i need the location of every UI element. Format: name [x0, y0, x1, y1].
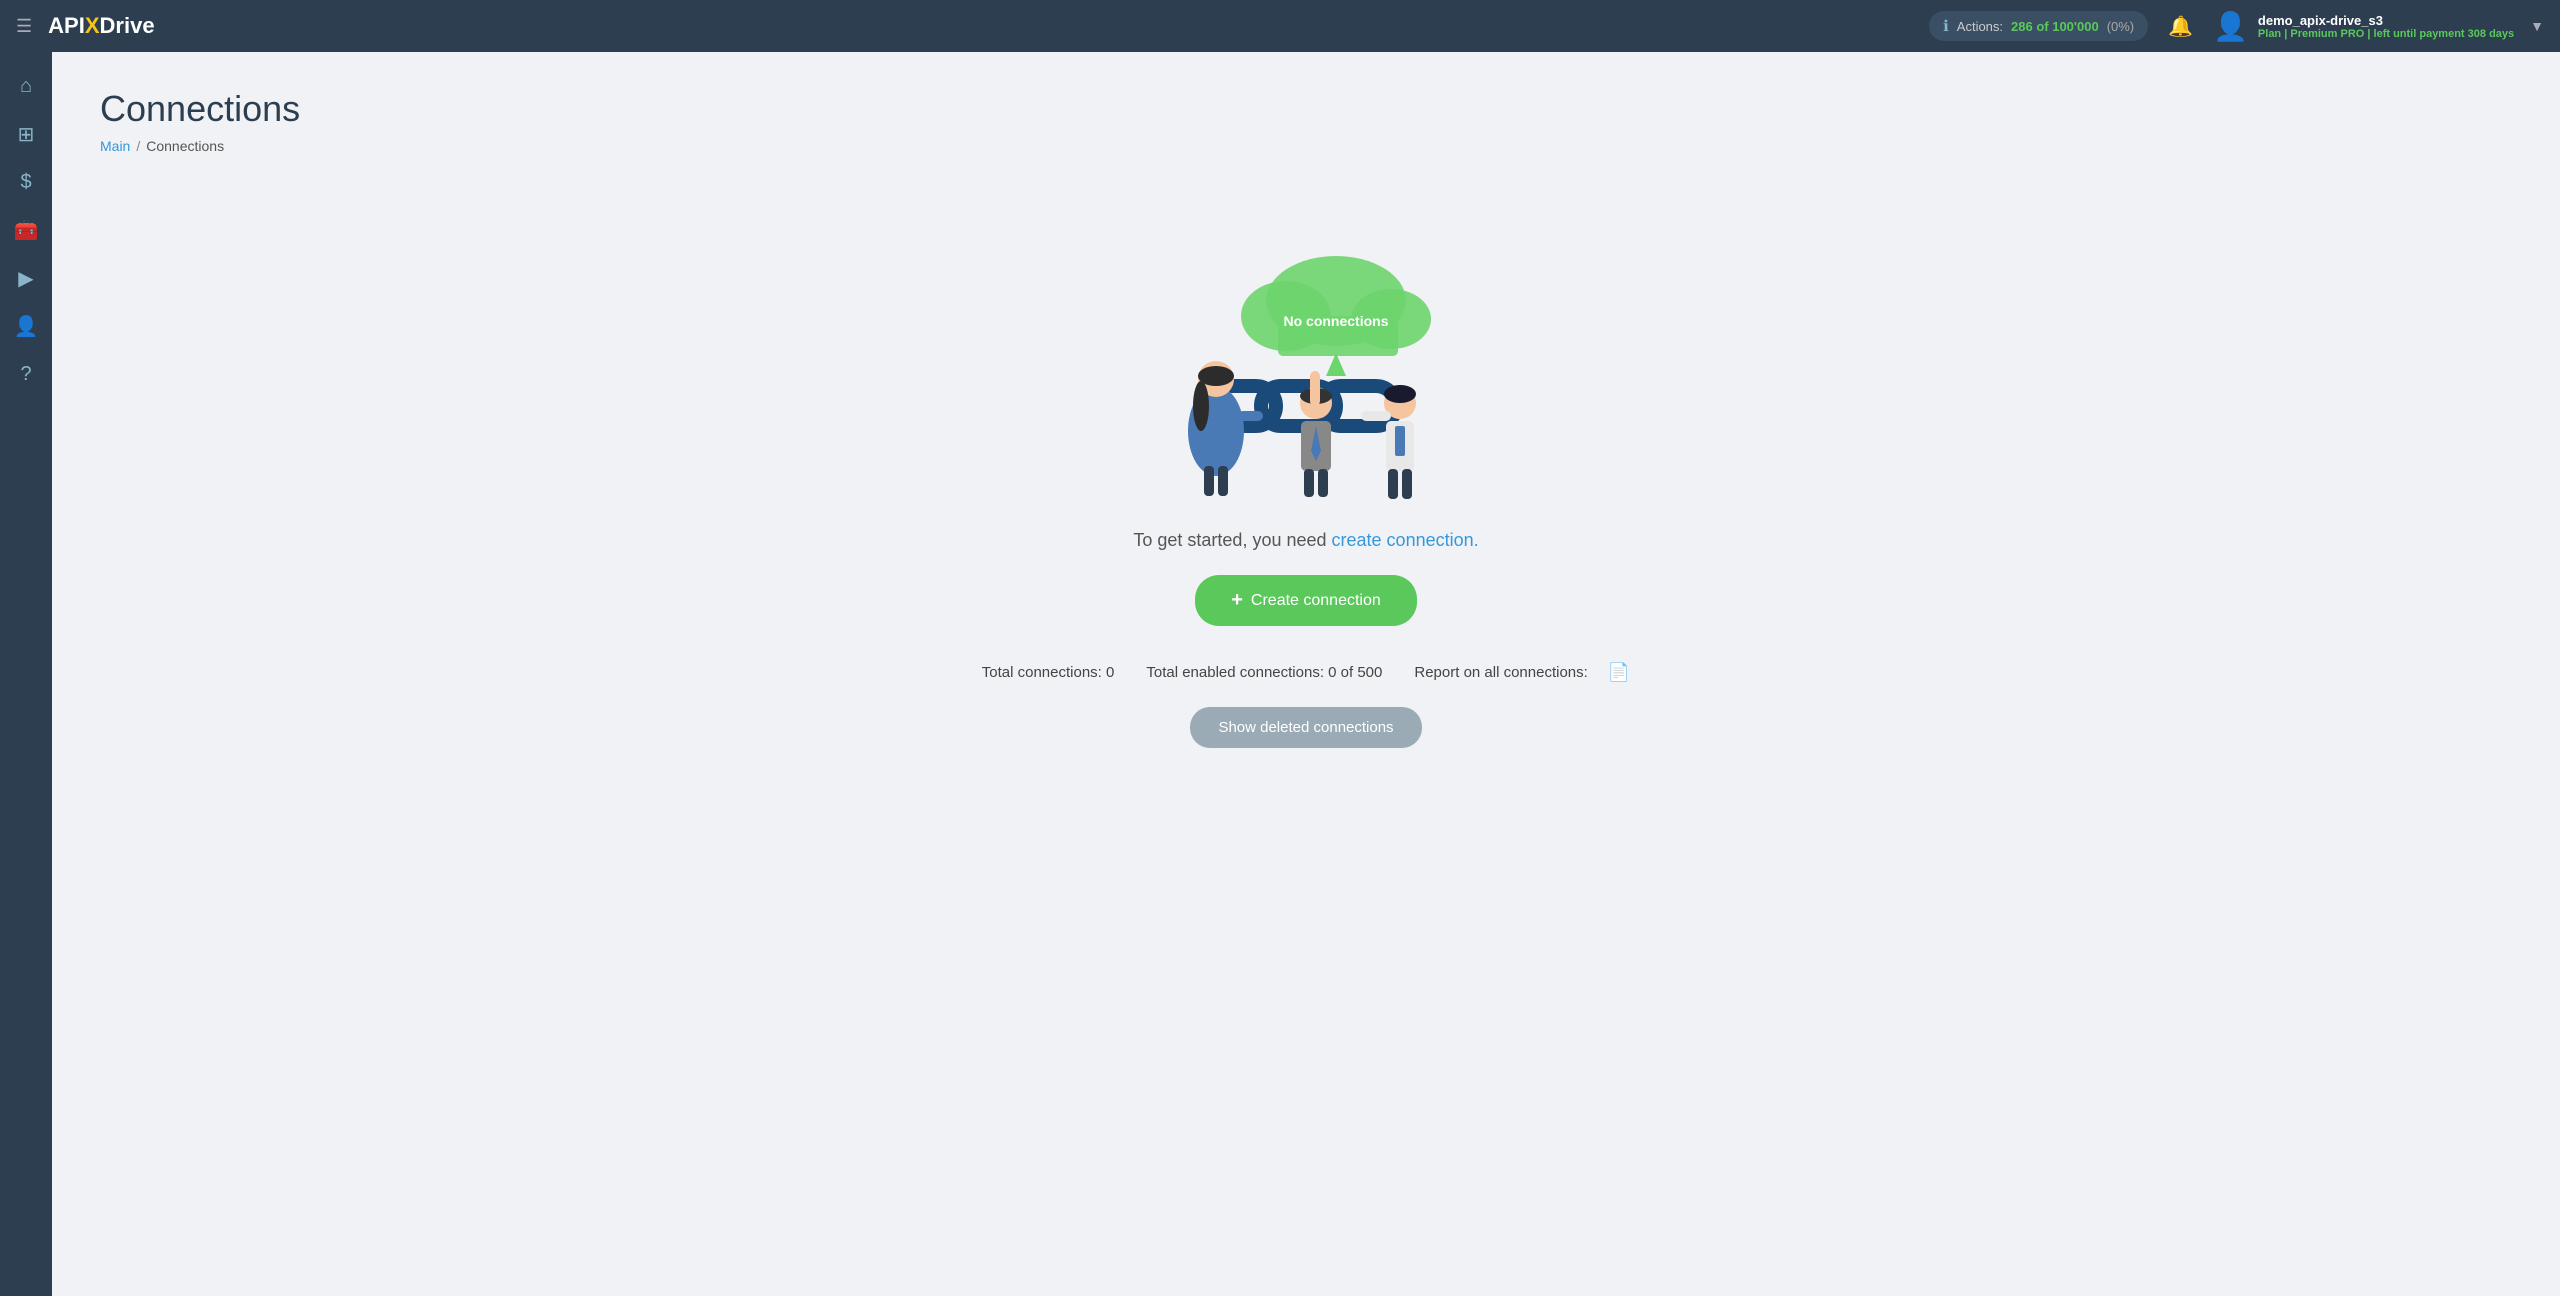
username: demo_apix-drive_s3	[2258, 13, 2514, 28]
logo-x: X	[85, 13, 100, 39]
breadcrumb-main-link[interactable]: Main	[100, 138, 130, 154]
actions-pct: (0%)	[2107, 19, 2134, 34]
plan-suffix: | left until payment	[2367, 28, 2464, 40]
sidebar-item-media[interactable]: ▶	[4, 256, 48, 300]
sidebar-item-home[interactable]: ⌂	[4, 64, 48, 108]
plan-prefix: Plan |	[2258, 28, 2287, 40]
report-label: Report on all connections:	[1414, 664, 1587, 681]
plan-name: Premium PRO	[2290, 28, 2364, 40]
get-started-text: To get started, you need create connecti…	[1133, 530, 1478, 551]
total-connections: Total connections: 0	[982, 664, 1115, 681]
create-connection-button[interactable]: + Create connection	[1195, 575, 1417, 626]
plan-days: 308 days	[2468, 28, 2514, 40]
person-icon: 👤	[14, 314, 39, 339]
grid-icon: ⊞	[18, 122, 35, 147]
user-menu-chevron-icon: ▼	[2530, 18, 2544, 34]
svg-text:No connections: No connections	[1283, 313, 1388, 329]
breadcrumb: Main / Connections	[100, 138, 2512, 154]
user-plan: Plan | Premium PRO | left until payment …	[2258, 28, 2514, 40]
user-menu[interactable]: 👤 demo_apix-drive_s3 Plan | Premium PRO …	[2213, 10, 2544, 43]
actions-count: 286 of 100'000	[2011, 19, 2099, 34]
breadcrumb-separator: /	[136, 138, 140, 154]
stats-row: Total connections: 0 Total enabled conne…	[982, 662, 1630, 683]
user-info: demo_apix-drive_s3 Plan | Premium PRO | …	[2258, 13, 2514, 40]
logo-drive: Drive	[100, 13, 155, 39]
home-icon: ⌂	[20, 75, 32, 98]
report-icon[interactable]: 📄	[1608, 662, 1630, 683]
create-connection-label: Create connection	[1251, 592, 1381, 610]
sidebar-item-help[interactable]: ?	[4, 352, 48, 396]
topnav: ☰ APIXDrive ℹ Actions: 286 of 100'000 (0…	[0, 0, 2560, 52]
create-connection-link[interactable]: create connection.	[1332, 530, 1479, 550]
sidebar-item-tools[interactable]: 🧰	[4, 208, 48, 252]
no-connections-illustration: No connections	[1106, 206, 1506, 506]
total-enabled-connections: Total enabled connections: 0 of 500	[1146, 664, 1382, 681]
dollar-icon: $	[20, 171, 31, 194]
main-content: Connections Main / Connections No connec…	[52, 52, 2560, 1296]
content-area: No connections	[100, 186, 2512, 788]
bell-icon[interactable]: 🔔	[2168, 14, 2193, 39]
logo[interactable]: APIXDrive	[48, 13, 154, 39]
actions-widget: ℹ Actions: 286 of 100'000 (0%)	[1929, 11, 2148, 41]
breadcrumb-current: Connections	[146, 138, 224, 154]
page-title: Connections	[100, 88, 2512, 130]
info-icon: ℹ	[1943, 17, 1949, 35]
menu-icon[interactable]: ☰	[16, 16, 32, 37]
actions-label: Actions:	[1957, 19, 2003, 34]
sidebar-item-billing[interactable]: $	[4, 160, 48, 204]
sidebar-item-profile[interactable]: 👤	[4, 304, 48, 348]
sidebar: ⌂ ⊞ $ 🧰 ▶ 👤 ?	[0, 52, 52, 1296]
tools-icon: 🧰	[14, 218, 39, 243]
play-icon: ▶	[18, 266, 33, 291]
help-icon: ?	[20, 363, 31, 386]
show-deleted-button[interactable]: Show deleted connections	[1190, 707, 1421, 748]
sidebar-item-dashboard[interactable]: ⊞	[4, 112, 48, 156]
plus-icon: +	[1231, 589, 1243, 612]
logo-api: API	[48, 13, 85, 39]
user-avatar-icon: 👤	[2213, 10, 2248, 43]
